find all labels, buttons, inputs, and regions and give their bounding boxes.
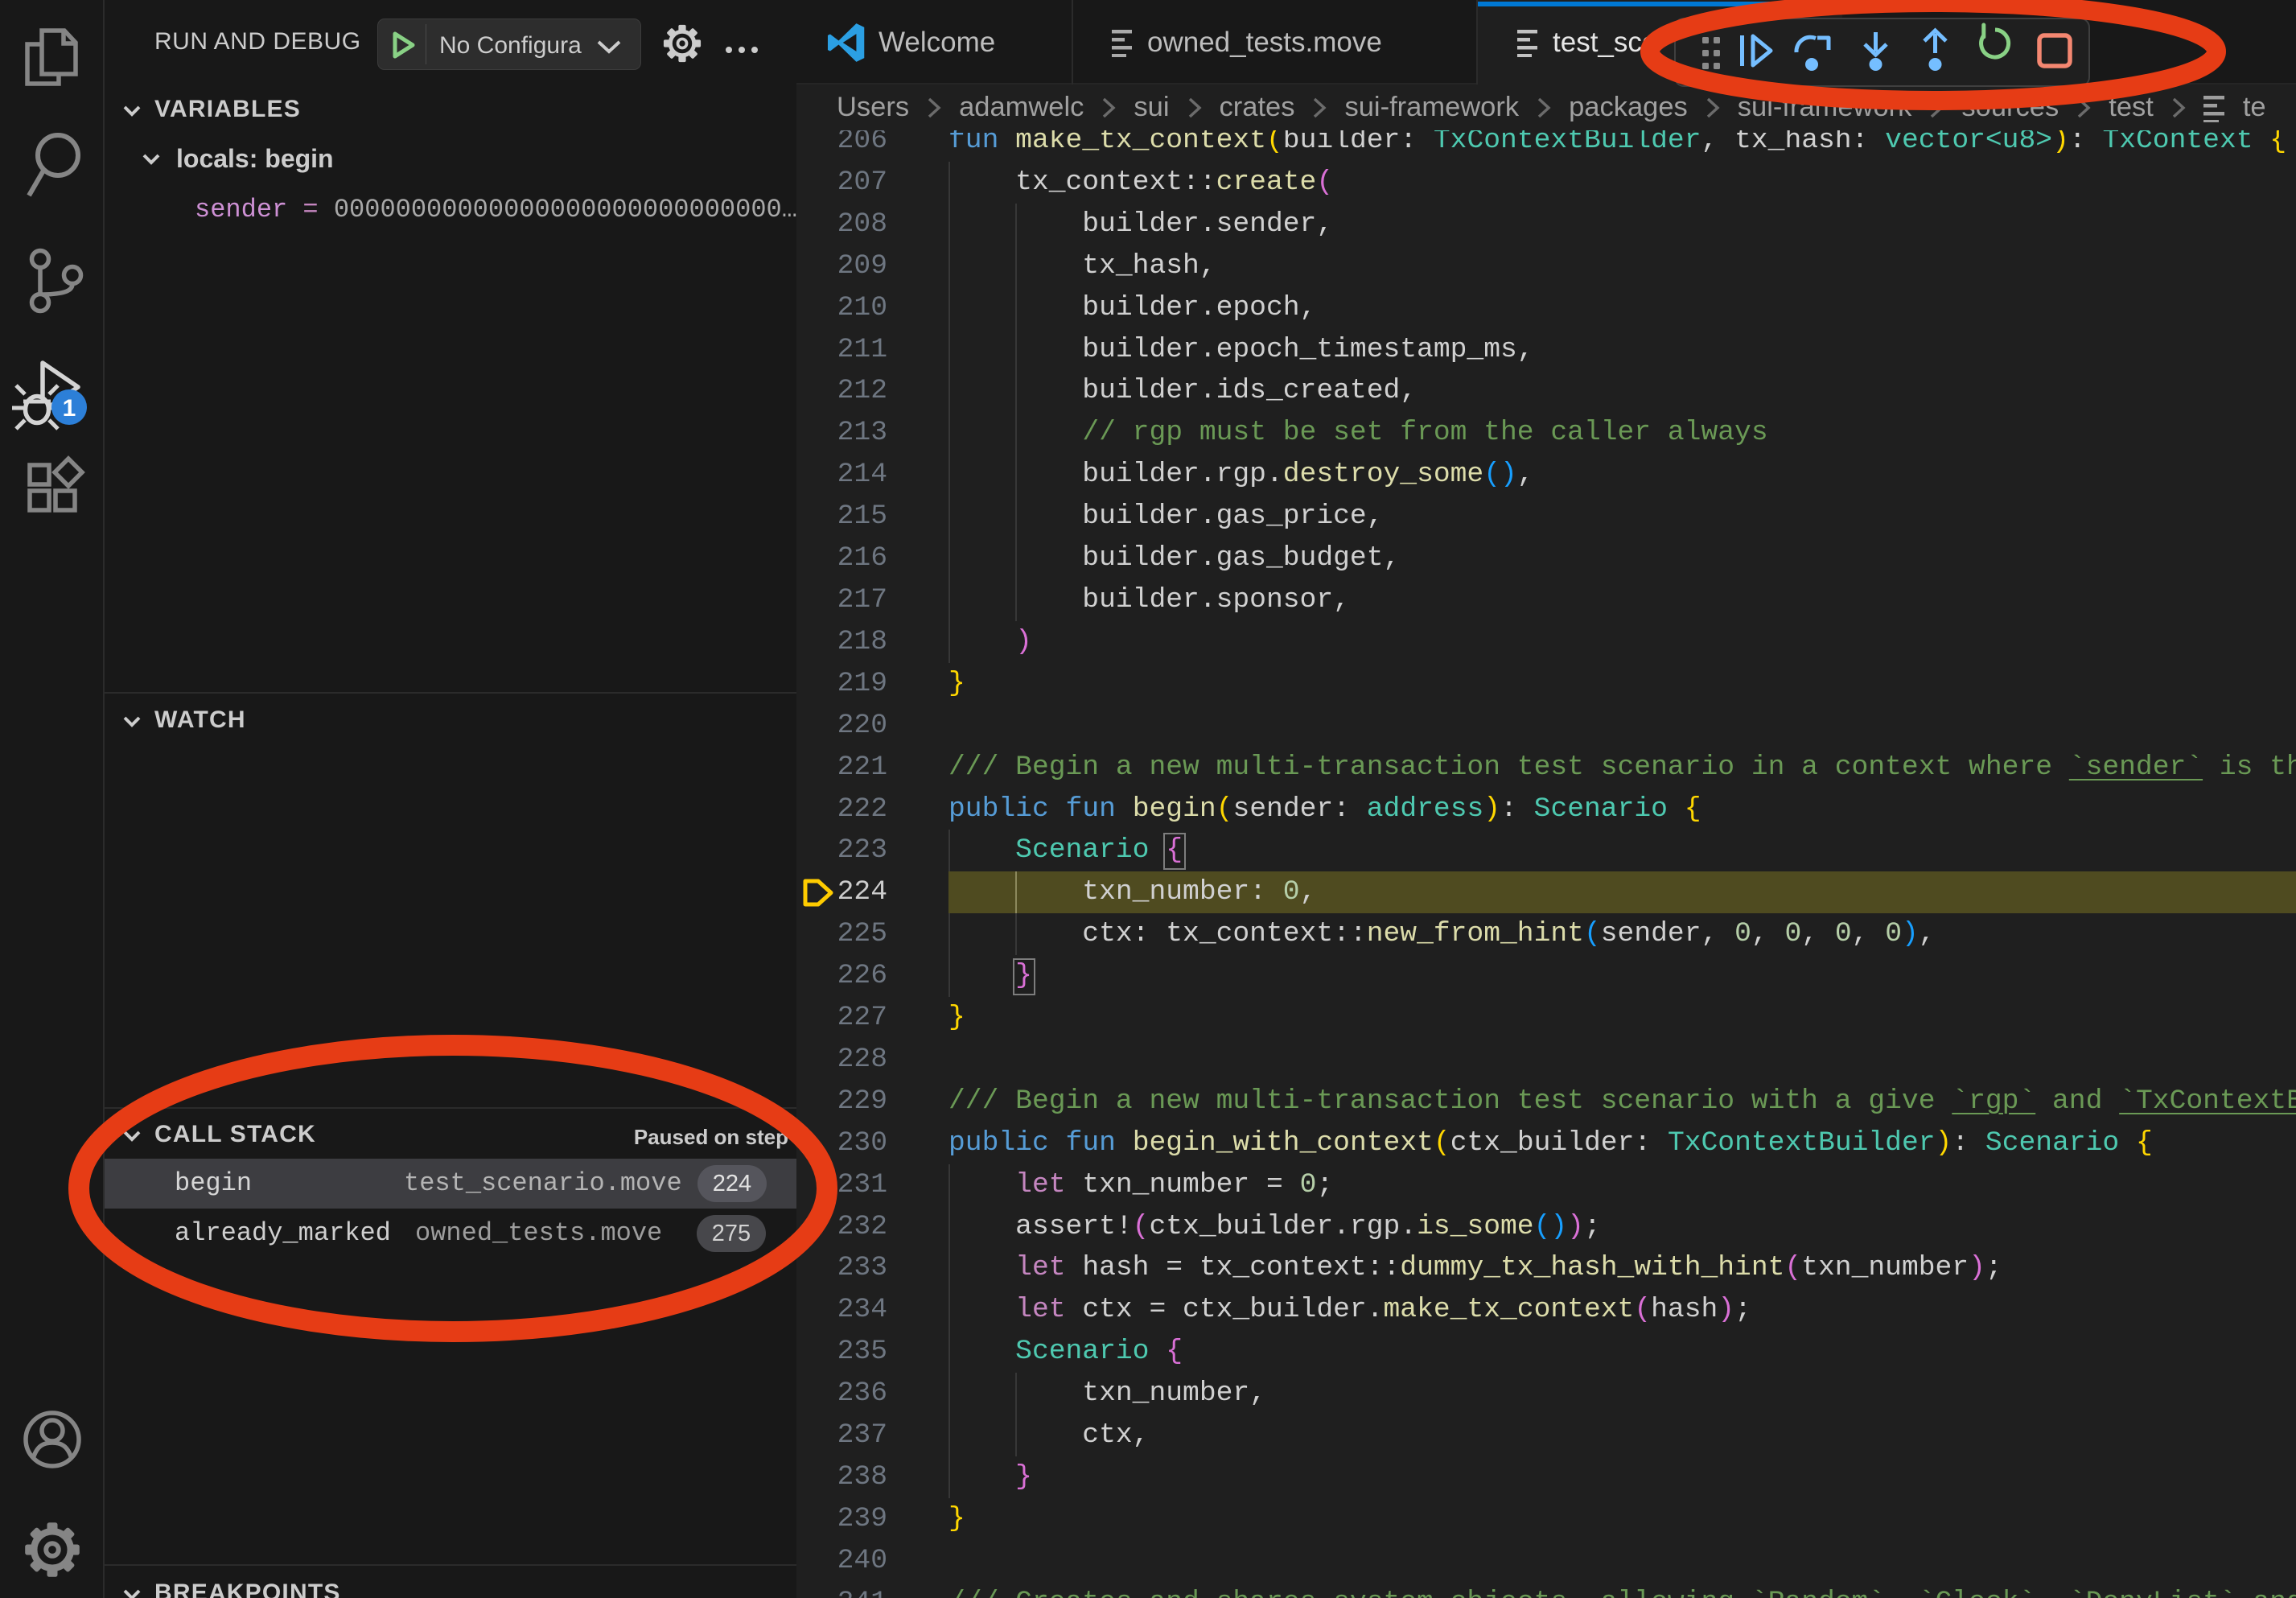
svg-text:1: 1 [63, 395, 76, 422]
